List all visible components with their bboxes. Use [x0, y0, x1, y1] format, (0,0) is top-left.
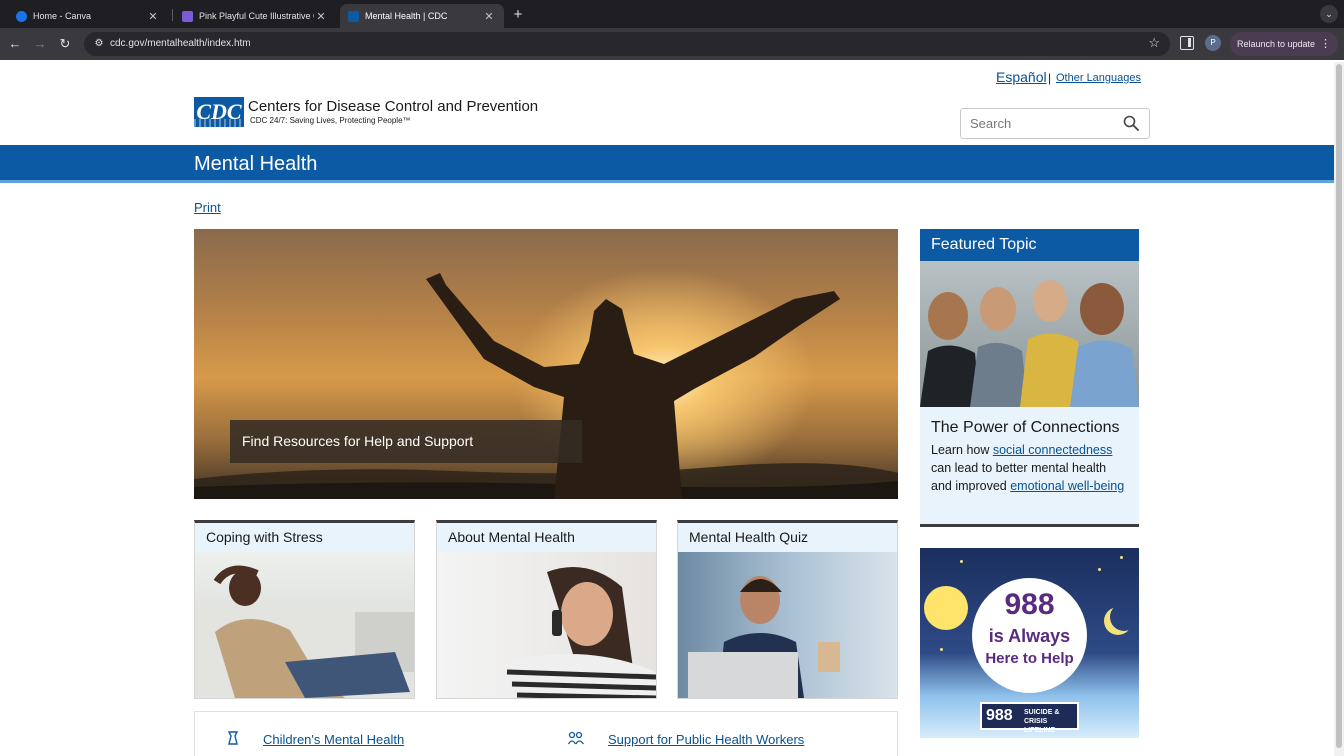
card-coping-with-stress[interactable]: Coping with Stress [194, 520, 415, 699]
back-arrow-icon[interactable]: ← [6, 35, 24, 53]
canva-favicon-icon [16, 10, 27, 22]
relaunch-label: Relaunch to update [1237, 39, 1316, 49]
document-favicon-icon [182, 10, 193, 22]
social-connectedness-link[interactable]: social connectedness [993, 443, 1113, 457]
cdc-logo[interactable]: CDC [194, 97, 244, 127]
side-panel-icon[interactable] [1180, 36, 1194, 50]
hero-caption[interactable]: Find Resources for Help and Support [230, 420, 582, 463]
tab-mental-health-cdc[interactable]: Mental Health | CDC ✕ [340, 4, 504, 28]
featured-description: Learn how social connectedness can lead … [920, 437, 1139, 495]
moon-icon [1110, 603, 1138, 631]
card-title[interactable]: Mental Health Quiz [678, 523, 897, 552]
card-mental-health-quiz[interactable]: Mental Health Quiz [677, 520, 898, 699]
badge-text: SUICIDE & CRISIS LIFELINE [1024, 708, 1077, 735]
people-icon [568, 731, 584, 745]
public-health-workers-link[interactable]: Support for Public Health Workers [608, 732, 804, 747]
language-separator: | [1048, 71, 1052, 85]
search-icon[interactable] [1123, 115, 1139, 131]
lifeline-badge: 988 SUICIDE & CRISIS LIFELINE [980, 702, 1079, 734]
tab-divider [172, 9, 173, 21]
bookmark-star-icon[interactable]: ☆ [1148, 35, 1160, 51]
print-link[interactable]: Print [194, 200, 221, 215]
close-tab-icon[interactable]: ✕ [482, 10, 496, 23]
star-icon [1098, 568, 1101, 571]
woman-on-phone-photo[interactable] [437, 552, 656, 698]
tab-title: Mental Health | CDC [365, 11, 448, 21]
sun-icon [924, 586, 968, 630]
tab-home-canva[interactable]: Home - Canva ✕ [8, 4, 168, 28]
relaxing-man-illustration-icon [195, 565, 414, 698]
featured-heading: Featured Topic [920, 229, 1139, 261]
profile-avatar[interactable]: P [1205, 35, 1221, 51]
card-about-mental-health[interactable]: About Mental Health [436, 520, 657, 699]
card-title[interactable]: Coping with Stress [195, 523, 414, 552]
tab-pink-playful[interactable]: Pink Playful Cute Illustrative C ✕ [174, 4, 336, 28]
card-title[interactable]: About Mental Health [437, 523, 656, 552]
relaunch-button[interactable]: Relaunch to update ⋮ [1230, 32, 1338, 56]
featured-topic-panel: Featured Topic The Power of Connections … [920, 229, 1139, 527]
close-tab-icon[interactable]: ✕ [314, 10, 328, 23]
group-hug-illustration-icon [920, 280, 1139, 407]
lifeline-988-promo[interactable]: 988 is Always Here to Help 988 SUICIDE &… [920, 548, 1139, 738]
other-languages-link[interactable]: Other Languages [1056, 72, 1141, 84]
promo-line-3: Here to Help [985, 650, 1074, 667]
page-title: Mental Health [194, 153, 318, 175]
reload-icon[interactable]: ↻ [56, 35, 74, 53]
emotional-well-being-link[interactable]: emotional well-being [1010, 479, 1124, 493]
badge-text-line-2: LIFELINE [1024, 727, 1056, 734]
badge-number: 988 [986, 707, 1013, 724]
web-page: Español | Other Languages CDC Centers fo… [0, 62, 1334, 756]
address-bar[interactable]: ⚙ cdc.gov/mentalhealth/index.htm ☆ [84, 32, 1170, 56]
child-icon [227, 731, 239, 745]
browser-tab-bar: Home - Canva ✕ Pink Playful Cute Illustr… [0, 0, 1344, 28]
star-icon [960, 560, 963, 563]
espanol-link[interactable]: Español [996, 69, 1047, 85]
tab-title: Pink Playful Cute Illustrative C [199, 11, 314, 21]
cdc-favicon-icon [348, 10, 359, 22]
featured-text-1: Learn how [931, 443, 993, 457]
man-at-laptop-illustration-icon [688, 576, 840, 698]
tab-search-chevron-icon[interactable]: ⌄ [1320, 5, 1338, 23]
close-tab-icon[interactable]: ✕ [146, 10, 160, 23]
forward-arrow-icon[interactable]: → [31, 35, 49, 53]
search-input[interactable] [970, 116, 1120, 131]
new-tab-button[interactable]: + [510, 6, 526, 23]
promo-line-2: is Always [988, 626, 1071, 646]
man-at-laptop-photo[interactable] [678, 552, 897, 698]
site-info-icon[interactable]: ⚙ [92, 37, 106, 51]
childrens-mental-health-link[interactable]: Children's Mental Health [263, 732, 404, 747]
more-menu-icon[interactable]: ⋮ [1320, 32, 1331, 56]
badge-text-line-1: SUICIDE & CRISIS [1024, 709, 1060, 725]
relaxing-man-photo[interactable] [195, 552, 414, 698]
page-scrollbar[interactable] [1334, 62, 1344, 756]
star-icon [1120, 556, 1123, 559]
agency-tagline: CDC 24/7: Saving Lives, Protecting Peopl… [250, 116, 411, 125]
group-of-friends-photo[interactable] [920, 261, 1139, 407]
quick-links-panel: Children's Mental Health Support for Pub… [194, 711, 898, 756]
site-search [960, 108, 1150, 139]
agency-name[interactable]: Centers for Disease Control and Preventi… [248, 98, 538, 115]
featured-subtitle[interactable]: The Power of Connections [920, 407, 1139, 437]
page-title-banner: Mental Health [0, 145, 1334, 183]
woman-on-phone-illustration-icon [497, 567, 656, 698]
star-icon [940, 648, 943, 651]
promo-number: 988 [1004, 588, 1055, 621]
promo-circle: 988 is Always Here to Help [972, 578, 1087, 693]
hero-image[interactable]: Find Resources for Help and Support [194, 229, 898, 499]
tab-title: Home - Canva [33, 11, 92, 21]
browser-toolbar: ← → ↻ ⚙ cdc.gov/mentalhealth/index.htm ☆… [0, 28, 1344, 60]
scrollbar-thumb[interactable] [1336, 64, 1342, 748]
url-text[interactable]: cdc.gov/mentalhealth/index.htm [110, 38, 251, 49]
